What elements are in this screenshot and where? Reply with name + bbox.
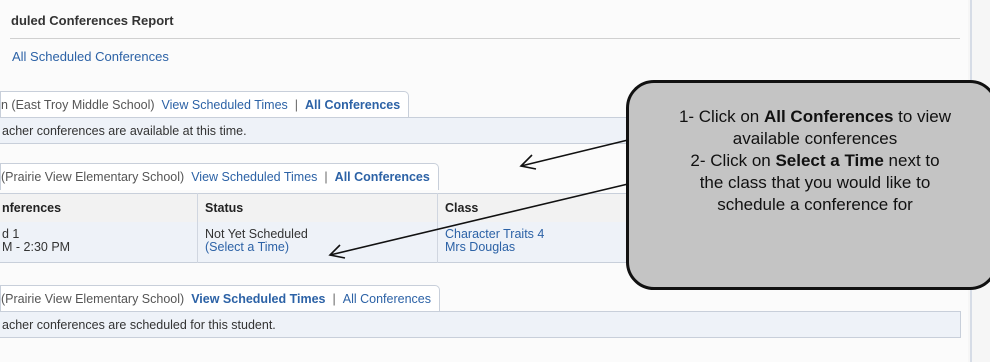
arrow-to-all-conferences bbox=[520, 139, 629, 167]
arrow-to-select-time bbox=[329, 183, 629, 256]
callout-arrows bbox=[328, 139, 629, 259]
arrowhead-all-conferences bbox=[519, 154, 537, 170]
